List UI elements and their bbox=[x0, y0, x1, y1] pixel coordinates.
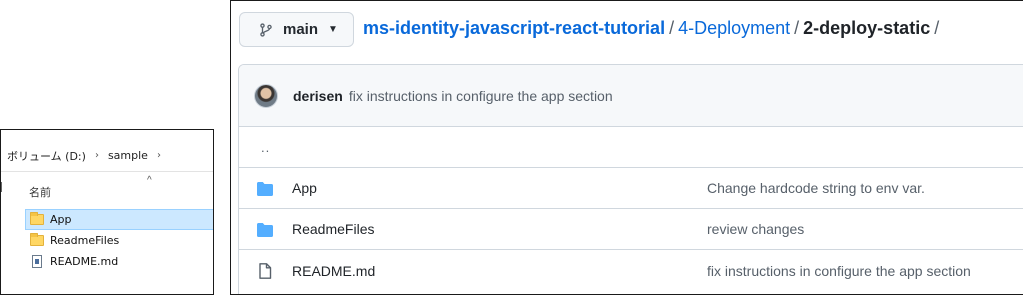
commit-message-link[interactable]: fix instructions in configure the app se… bbox=[707, 263, 971, 279]
folder-icon bbox=[30, 233, 44, 246]
folder-icon bbox=[257, 182, 273, 196]
divider bbox=[1, 182, 5, 192]
breadcrumb-current: 2-deploy-static bbox=[803, 18, 931, 38]
sort-ascending-icon: ^ bbox=[147, 175, 152, 186]
explorer-item-label: README.md bbox=[50, 255, 119, 268]
breadcrumb-separator: / bbox=[794, 18, 800, 38]
explorer-item-readme[interactable]: README.md bbox=[25, 251, 213, 272]
file-name-link[interactable]: README.md bbox=[292, 263, 375, 279]
chevron-right-icon[interactable]: › bbox=[95, 150, 99, 161]
explorer-item-readmefiles[interactable]: ReadmeFiles bbox=[25, 230, 213, 251]
commit-message-link[interactable]: review changes bbox=[707, 221, 804, 237]
folder-icon bbox=[30, 212, 44, 225]
address-crumb-volume[interactable]: ボリューム (D:) bbox=[7, 148, 86, 164]
column-header-name[interactable]: 名前 bbox=[29, 184, 51, 200]
explorer-item-label: App bbox=[50, 213, 72, 226]
explorer-address-bar[interactable]: ボリューム (D:) › sample › bbox=[1, 130, 213, 172]
breadcrumb: ms-identity-javascript-react-tutorial/4-… bbox=[363, 18, 943, 39]
commit-message-link[interactable]: Change hardcode string to env var. bbox=[707, 180, 925, 196]
breadcrumb-folder-link[interactable]: 4-Deployment bbox=[678, 18, 790, 38]
branch-selector-button[interactable]: main ▼ bbox=[239, 12, 354, 47]
file-icon bbox=[259, 263, 272, 279]
avatar[interactable] bbox=[254, 83, 278, 108]
explorer-window: ボリューム (D:) › sample › ^ 名前 App ReadmeFil… bbox=[0, 129, 214, 295]
explorer-item-label: ReadmeFiles bbox=[50, 234, 120, 247]
file-row-app[interactable]: App Change hardcode string to env var. bbox=[239, 168, 1023, 209]
file-icon bbox=[32, 255, 42, 268]
file-row-readmefiles[interactable]: ReadmeFiles review changes bbox=[239, 209, 1023, 250]
explorer-item-app[interactable]: App bbox=[25, 209, 213, 230]
latest-commit-bar: derisen fix instructions in configure th… bbox=[239, 65, 1023, 127]
parent-directory-link[interactable]: .. bbox=[239, 140, 270, 155]
explorer-file-list: App ReadmeFiles README.md bbox=[25, 209, 213, 272]
commit-author-link[interactable]: derisen bbox=[293, 88, 343, 104]
git-branch-icon bbox=[260, 22, 272, 37]
breadcrumb-separator: / bbox=[669, 18, 675, 38]
file-row-readme[interactable]: README.md fix instructions in configure … bbox=[239, 250, 1023, 291]
breadcrumb-separator: / bbox=[934, 18, 940, 38]
folder-icon bbox=[257, 223, 273, 237]
commit-message-link[interactable]: fix instructions in configure the app se… bbox=[349, 88, 613, 104]
parent-directory-row[interactable]: .. bbox=[239, 127, 1023, 168]
breadcrumb-repo-link[interactable]: ms-identity-javascript-react-tutorial bbox=[363, 18, 665, 38]
chevron-right-icon[interactable]: › bbox=[157, 150, 161, 161]
file-list: derisen fix instructions in configure th… bbox=[238, 64, 1023, 294]
caret-down-icon: ▼ bbox=[328, 24, 338, 35]
branch-name: main bbox=[283, 21, 319, 38]
github-file-browser: main ▼ ms-identity-javascript-react-tuto… bbox=[230, 0, 1023, 295]
file-name-link[interactable]: App bbox=[292, 180, 317, 196]
address-crumb-sample[interactable]: sample bbox=[108, 149, 148, 162]
file-name-link[interactable]: ReadmeFiles bbox=[292, 221, 374, 237]
